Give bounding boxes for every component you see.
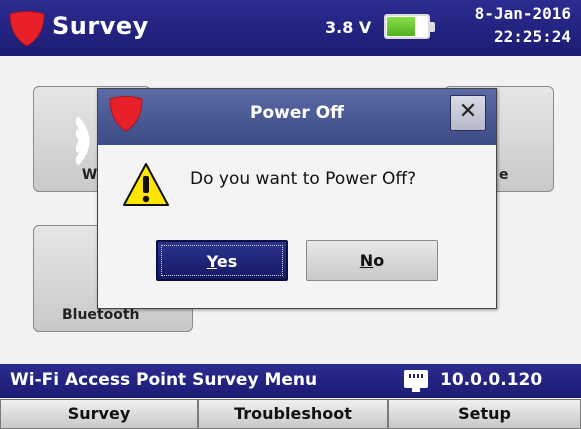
battery-terminal — [430, 22, 435, 32]
power-off-dialog: Power Off ✕ Do you want to Power Off? Ye… — [97, 88, 497, 309]
tab-survey[interactable]: Survey — [0, 399, 198, 429]
time-text: 22:25:24 — [493, 27, 571, 46]
tab-troubleshoot[interactable]: Troubleshoot — [198, 399, 388, 429]
no-label: o — [373, 251, 385, 270]
tab-setup[interactable]: Setup — [388, 399, 581, 429]
dialog-title: Power Off — [250, 103, 344, 123]
battery-level-fill — [387, 17, 416, 36]
no-mnemonic: N — [359, 251, 374, 270]
menu-status-bar: Wi-Fi Access Point Survey Menu 10.0.0.12… — [0, 364, 581, 398]
focus-ring — [161, 245, 283, 276]
ethernet-icon — [404, 370, 428, 392]
dialog-titlebar: Power Off ✕ — [98, 89, 496, 145]
date-text: 8-Jan-2016 — [474, 4, 571, 23]
warning-icon — [123, 163, 169, 206]
tile-bluetooth-label: Bluetooth — [62, 307, 140, 323]
top-status-bar: Survey 3.8 V 8-Jan-2016 22:25:24 — [0, 0, 581, 56]
page-title: Survey — [52, 12, 149, 40]
menu-label: Wi-Fi Access Point Survey Menu — [10, 370, 318, 390]
date-time-display: 8-Jan-2016 22:25:24 — [475, 2, 571, 48]
close-button[interactable]: ✕ — [450, 95, 486, 131]
yes-button[interactable]: Yes — [156, 240, 288, 281]
shield-logo-icon — [9, 11, 45, 47]
ip-address: 10.0.0.120 — [440, 370, 543, 390]
close-icon: ✕ — [458, 99, 478, 124]
dialog-message: Do you want to Power Off? — [190, 169, 417, 189]
battery-icon — [384, 14, 435, 39]
battery-voltage: 3.8 V — [325, 18, 372, 37]
tile-right-label: e — [499, 167, 509, 183]
no-button[interactable]: No — [306, 240, 438, 281]
